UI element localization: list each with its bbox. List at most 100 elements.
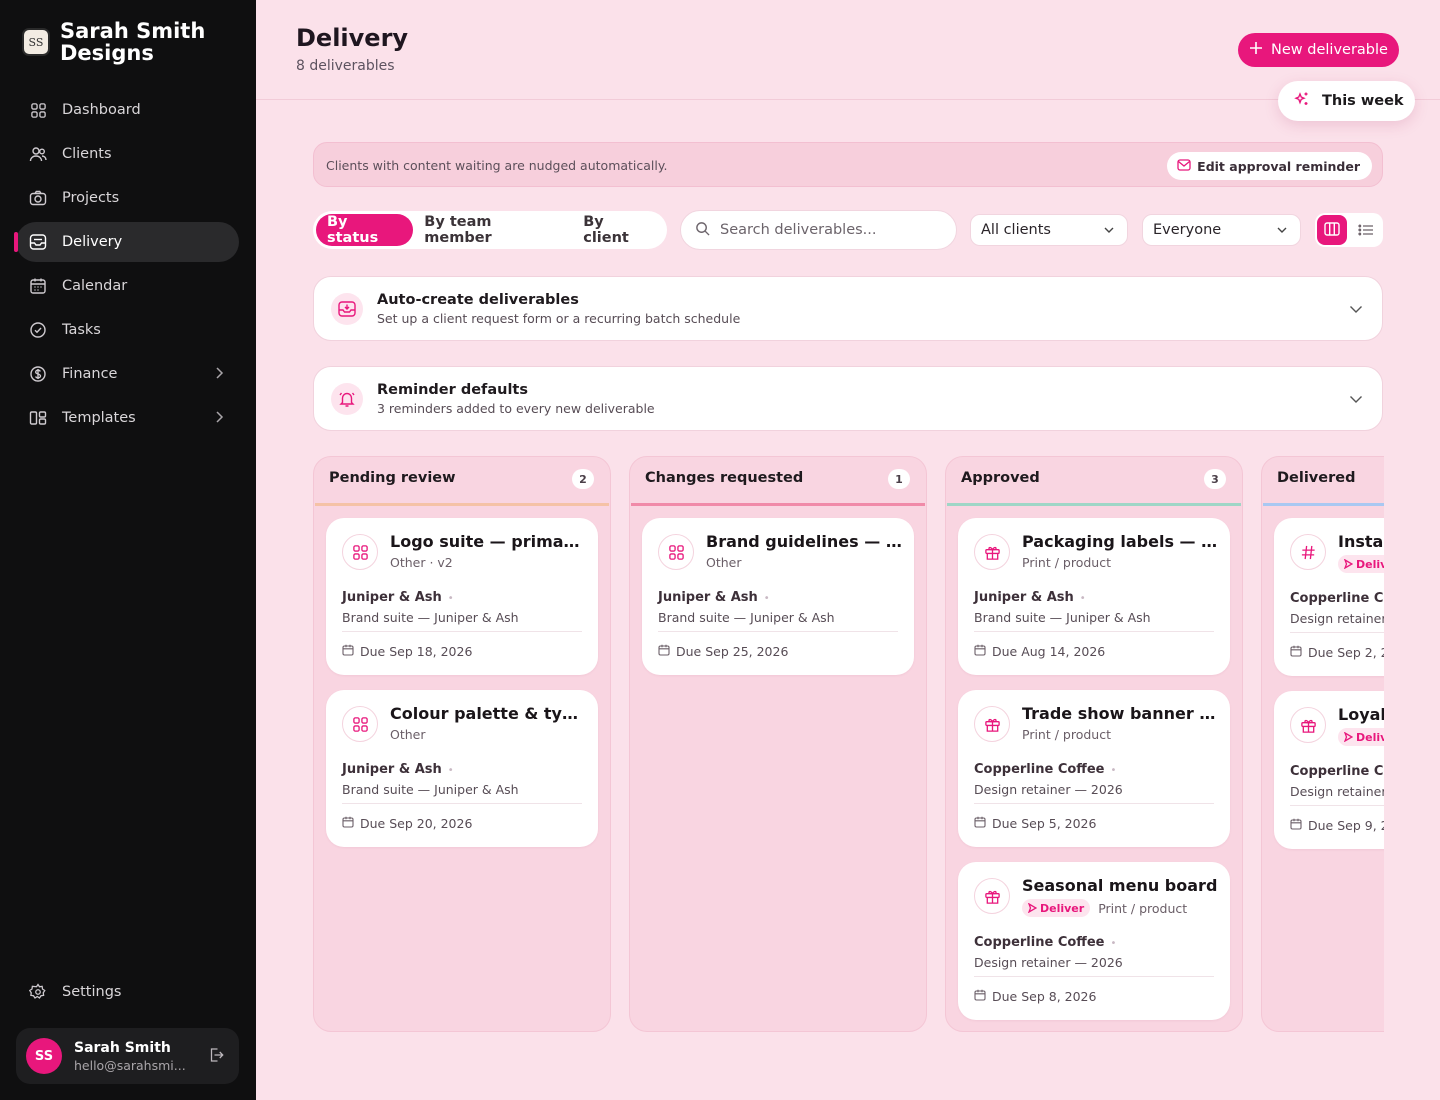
new-deliverable-button[interactable]: New deliverable (1238, 33, 1399, 67)
grid-icon (342, 706, 378, 742)
plus-icon (1249, 41, 1263, 59)
grid-icon (28, 100, 48, 120)
deliverable-card[interactable]: Loyalty card Deliver Copperline Coffee• Des… (1274, 691, 1384, 849)
deliver-badge[interactable]: Deliver (1022, 899, 1091, 917)
accordion-subtitle: Set up a client request form or a recurr… (377, 311, 741, 326)
deliverable-card[interactable]: Packaging labels — coffee bags Print / pr… (958, 518, 1230, 675)
card-meta: Other (390, 727, 426, 742)
avatar: SS (26, 1038, 62, 1074)
card-title: Packaging labels — coffee bags (1022, 532, 1218, 551)
separator-dot: • (1110, 938, 1117, 949)
calendar-icon (658, 644, 670, 659)
card-meta: Print / product (1022, 555, 1111, 570)
bell-icon (331, 383, 363, 415)
card-project: Design retainer — 2026 (1290, 611, 1384, 626)
separator-dot: • (447, 765, 454, 776)
sidebar-item-settings[interactable]: Settings (16, 972, 239, 1012)
card-meta: Other · v2 (390, 555, 453, 570)
edit-approval-reminder-label: Edit approval reminder (1197, 158, 1360, 174)
this-week-button[interactable]: This week (1278, 81, 1415, 121)
group-by-toggle: By status By team member By client (313, 211, 667, 249)
user-card[interactable]: SS Sarah Smith hello@sarahsmi... (16, 1028, 239, 1084)
card-client-name: Juniper & Ash (342, 762, 442, 777)
column-header: Approved 3 (946, 457, 1242, 503)
grid-icon (658, 534, 694, 570)
sidebar-item-clients[interactable]: Clients (16, 134, 239, 174)
board-column: Changes requested 1 Brand guidelines — PDF… (629, 456, 927, 1032)
brand[interactable]: SS Sarah Smith Designs (22, 20, 230, 64)
new-deliverable-label: New deliverable (1271, 42, 1388, 58)
deliverable-card[interactable]: Instagram carousel set Deliver Copperline … (1274, 518, 1384, 676)
deliver-badge[interactable]: Deliver (1338, 555, 1384, 573)
search-input[interactable] (720, 222, 940, 238)
sidebar-item-projects[interactable]: Projects (16, 178, 239, 218)
sidebar-item-calendar[interactable]: Calendar (16, 266, 239, 306)
column-count-badge: 2 (572, 469, 594, 489)
sidebar: SS Sarah Smith Designs Dashboard Clients P… (0, 0, 256, 1100)
deliver-badge[interactable]: Deliver (1338, 728, 1384, 746)
calendar-icon (974, 644, 986, 659)
reminder-defaults-accordion[interactable]: Reminder defaults 3 reminders added to e… (313, 366, 1383, 431)
board-view-button[interactable] (1317, 215, 1347, 245)
accordion-title: Auto-create deliverables (377, 292, 579, 308)
deliver-badge-label: Deliver (1040, 901, 1085, 915)
inbox-icon (28, 232, 48, 252)
search-box[interactable] (680, 210, 957, 250)
deliverable-card[interactable]: Trade show banner — 2m Print / product Cop… (958, 690, 1230, 847)
settings-nav: Settings (16, 972, 239, 1016)
card-client-name: Juniper & Ash (974, 590, 1074, 605)
gear-icon (28, 982, 48, 1002)
calendar-icon (342, 816, 354, 831)
card-title: Seasonal menu board (1022, 876, 1218, 895)
card-project: Design retainer — 2026 (974, 782, 1123, 797)
card-due: Due Sep 25, 2026 (658, 644, 788, 659)
grid-icon (342, 534, 378, 570)
list-icon (1358, 221, 1374, 240)
sidebar-item-delivery[interactable]: Delivery (14, 222, 239, 262)
list-view-button[interactable] (1351, 215, 1381, 245)
deliverable-card[interactable]: Brand guidelines — PDF Other Juniper & Ash… (642, 518, 914, 675)
chevron-down-icon (1276, 224, 1288, 240)
deliverable-card[interactable]: Colour palette & typography Other Juniper … (326, 690, 598, 847)
card-project: Brand suite — Juniper & Ash (974, 610, 1151, 625)
card-client-name: Copperline Coffee (974, 762, 1105, 777)
sidebar-item-finance[interactable]: Finance (16, 354, 239, 394)
member-select-value: Everyone (1153, 222, 1222, 238)
card-project: Design retainer — 2026 (1290, 784, 1384, 799)
logout-icon[interactable] (207, 1046, 225, 1068)
column-title: Changes requested (645, 470, 804, 486)
card-due: Due Sep 18, 2026 (342, 644, 472, 659)
card-type: Other (706, 555, 742, 570)
card-type: Other (390, 727, 426, 742)
card-divider (974, 803, 1214, 804)
client-select[interactable]: All clients (970, 214, 1128, 246)
group-by-option[interactable]: By client (572, 214, 664, 246)
deliverable-card[interactable]: Logo suite — primary & secondary Other · … (326, 518, 598, 675)
card-title: Colour palette & typography (390, 704, 586, 723)
member-select[interactable]: Everyone (1142, 214, 1301, 246)
group-by-option[interactable]: By status (316, 214, 414, 246)
auto-create-accordion[interactable]: Auto-create deliverables Set up a client… (313, 276, 1383, 341)
separator-dot: • (763, 593, 770, 604)
column-title: Pending review (329, 470, 456, 486)
due-date: Due Aug 14, 2026 (992, 644, 1106, 659)
column-title: Approved (961, 470, 1040, 486)
edit-approval-reminder-button[interactable]: Edit approval reminder (1167, 152, 1372, 180)
user-name: Sarah Smith (74, 1039, 171, 1056)
card-client-name: Copperline Coffee (974, 935, 1105, 950)
sidebar-item-dashboard[interactable]: Dashboard (16, 90, 239, 130)
group-by-option[interactable]: By team member (413, 214, 572, 246)
card-meta: Deliver (1338, 555, 1384, 573)
card-client: Juniper & Ash • (342, 590, 454, 605)
due-date: Due Sep 18, 2026 (360, 644, 473, 659)
deliverable-card[interactable]: Seasonal menu board Deliver Print / produc… (958, 862, 1230, 1020)
card-project: Brand suite — Juniper & Ash (658, 610, 835, 625)
client-select-value: All clients (981, 222, 1051, 238)
due-date: Due Sep 20, 2026 (360, 816, 473, 831)
sidebar-item-templates[interactable]: Templates (16, 398, 239, 438)
card-title: Instagram carousel set (1338, 532, 1384, 551)
accordion-subtitle: 3 reminders added to every new deliverab… (377, 401, 655, 416)
board-column: Pending review 2 Logo suite — primary & se… (313, 456, 611, 1032)
sidebar-item-tasks[interactable]: Tasks (16, 310, 239, 350)
gift-icon (974, 706, 1010, 742)
